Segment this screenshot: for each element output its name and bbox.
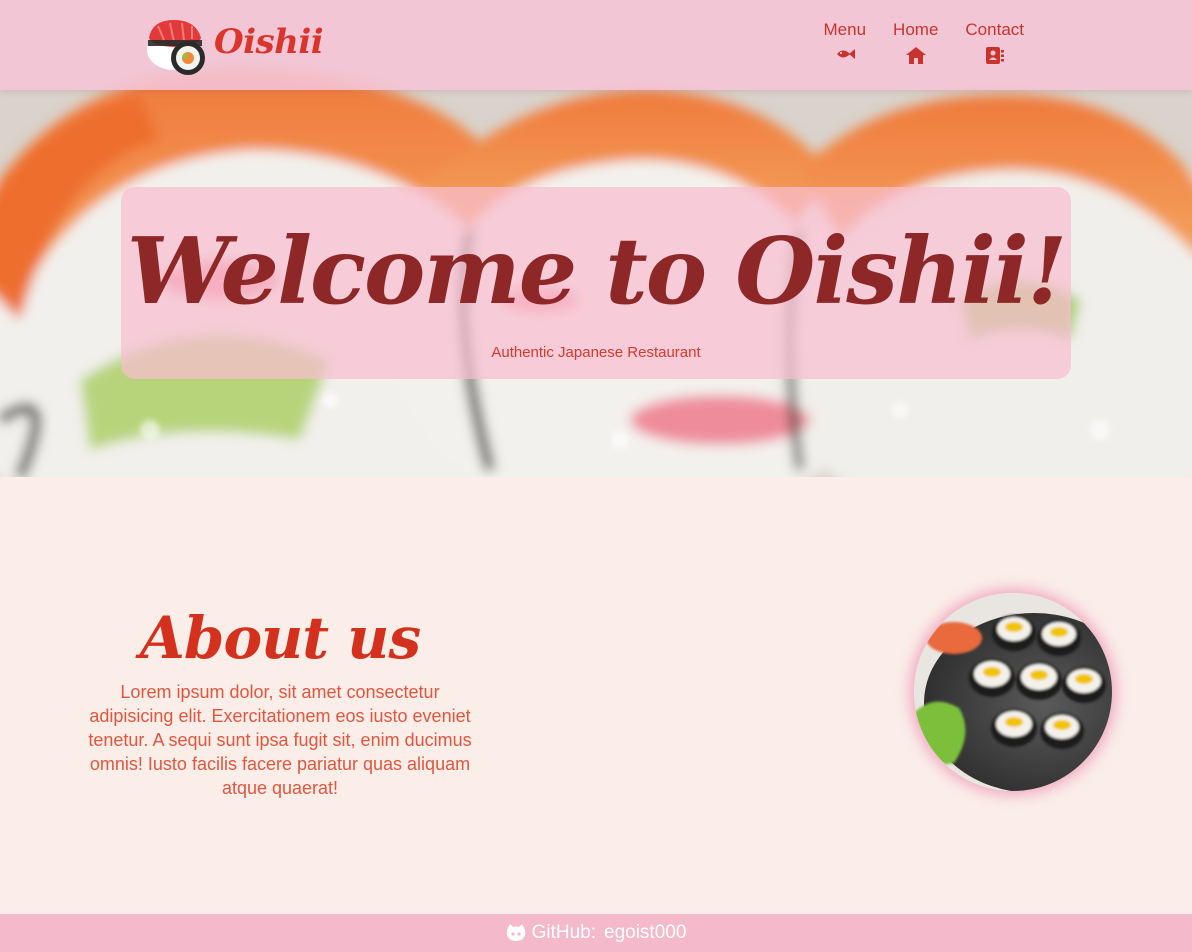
address-book-icon <box>985 47 1004 64</box>
sushi-logo-icon[interactable] <box>146 14 208 76</box>
footer-label: GitHub: <box>531 922 596 943</box>
about-text: Lorem ipsum dolor, sit amet consectetur … <box>88 682 472 798</box>
nav-item-contact[interactable]: Contact <box>965 20 1024 64</box>
nav-item-label: Menu <box>823 20 867 39</box>
github-user-link[interactable]: egoist000 <box>604 922 686 944</box>
nav-item-menu[interactable]: Menu <box>823 20 867 64</box>
fish-icon <box>836 49 855 59</box>
nav-item-home[interactable]: Home <box>893 20 938 64</box>
brand-name[interactable]: Oishii <box>214 22 324 62</box>
house-icon <box>905 47 926 64</box>
site-header: Oishii Menu Home Contact <box>0 0 1192 90</box>
github-icon <box>506 924 525 941</box>
nav-item-label: Contact <box>965 20 1024 39</box>
main-nav: Menu Home Contact <box>824 20 1024 64</box>
site-footer: GitHub: egoist000 <box>0 914 1192 952</box>
page-subtitle: Authentic Japanese Restaurant <box>491 344 701 361</box>
about-title: About us <box>139 604 421 672</box>
maki-rolls-image <box>914 593 1112 791</box>
welcome-card: Welcome to Oishii! Authentic Japanese Re… <box>121 187 1071 379</box>
nav-item-label: Home <box>893 20 939 39</box>
page-title: Welcome to Oishii! <box>126 217 1068 325</box>
maki-rolls-photo <box>914 593 1112 791</box>
